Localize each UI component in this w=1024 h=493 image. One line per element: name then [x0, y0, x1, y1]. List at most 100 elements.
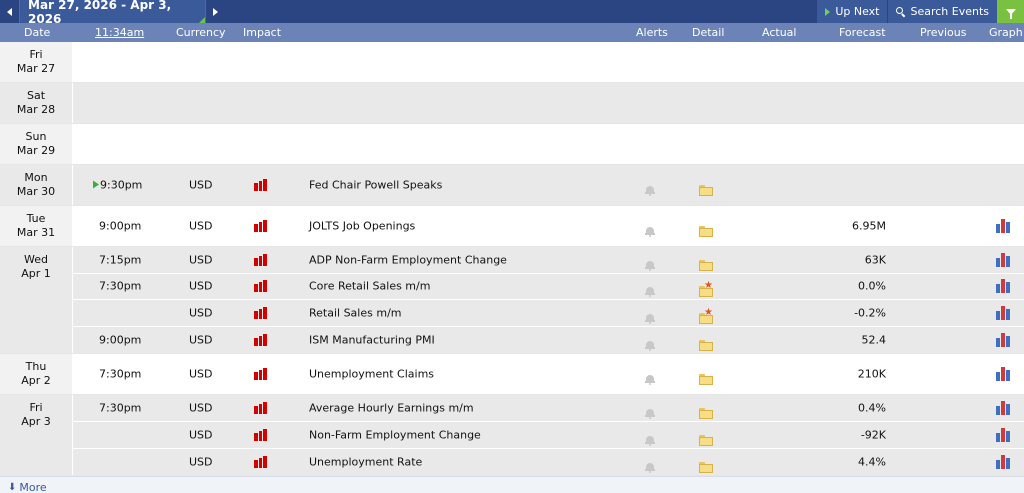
impact-high-icon: [254, 280, 268, 293]
event-row[interactable]: 7:30pm USD Average Hourly Earnings m/m 0.4%: [73, 395, 1024, 422]
event-currency: USD: [189, 253, 213, 267]
day-weekday: Fri: [29, 48, 43, 61]
next-week-button[interactable]: [206, 0, 225, 23]
calendar-toolbar: Mar 27, 2026 - Apr 3, 2026 Up Next Searc…: [0, 0, 1024, 26]
event-row[interactable]: 9:00pm USD ISM Manufacturing PMI 52.4: [73, 327, 1024, 354]
date-range-selector[interactable]: Mar 27, 2026 - Apr 3, 2026: [19, 0, 206, 26]
header-time[interactable]: 11:34am: [95, 26, 144, 39]
event-row[interactable]: USD Non-Farm Employment Change -92K: [73, 422, 1024, 449]
impact-high-icon: [254, 455, 268, 468]
header-alerts: Alerts: [636, 26, 668, 39]
event-currency: USD: [189, 219, 213, 233]
impact-high-icon: [254, 402, 268, 415]
event-time: 9:00pm: [99, 220, 141, 233]
event-row[interactable]: 9:30pm USD Fed Chair Powell Speaks: [73, 165, 1024, 205]
event-time: 7:30pm: [99, 402, 141, 415]
day-row: Thu Apr 2 7:30pm USD Unemployment Claims 210K: [0, 354, 1024, 396]
event-name[interactable]: Unemployment Rate: [309, 455, 422, 468]
graph-icon[interactable]: [996, 305, 1012, 320]
day-label: Tue Mar 31: [0, 206, 73, 246]
event-time-text: 7:15pm: [99, 253, 142, 267]
arrow-right-icon: [213, 7, 218, 16]
day-events: 7:30pm USD Average Hourly Earnings m/m 0.4%…: [73, 395, 1024, 475]
day-weekday: Mon: [24, 171, 48, 184]
impact-high-icon: [254, 179, 268, 191]
event-name[interactable]: Retail Sales m/m: [309, 306, 402, 319]
day-row: Wed Apr 1 7:15pm USD ADP Non-Farm Employment…: [0, 247, 1024, 355]
day-row: Fri Apr 3 7:30pm USD Average Hourly Earnings…: [0, 395, 1024, 477]
graph-icon[interactable]: [996, 427, 1012, 442]
event-name[interactable]: Non-Farm Employment Change: [309, 428, 481, 441]
day-label: Sun Mar 29: [0, 124, 73, 164]
header-previous: Previous: [920, 26, 967, 39]
graph-icon[interactable]: [996, 279, 1012, 294]
event-name[interactable]: ADP Non-Farm Employment Change: [309, 253, 507, 266]
day-label: Mon Mar 30: [0, 165, 73, 205]
day-events: [73, 83, 1024, 123]
event-currency: USD: [189, 178, 213, 192]
date-range-label: Mar 27, 2026 - Apr 3, 2026: [28, 0, 172, 26]
arrow-left-icon: [7, 7, 12, 16]
up-next-label: Up Next: [835, 5, 880, 18]
day-label: Sat Mar 28: [0, 83, 73, 123]
event-name[interactable]: ISM Manufacturing PMI: [309, 334, 435, 347]
event-row[interactable]: 7:30pm USD Unemployment Claims 210K: [73, 354, 1024, 394]
event-row[interactable]: 9:00pm USD JOLTS Job Openings 6.95M: [73, 206, 1024, 246]
day-date: Mar 27: [16, 62, 56, 75]
previous-week-button[interactable]: [0, 0, 19, 23]
day-date: Apr 2: [21, 374, 51, 388]
event-currency: USD: [189, 428, 213, 442]
day-label: Wed Apr 1: [0, 247, 73, 354]
day-weekday: Fri: [29, 401, 43, 415]
graph-icon[interactable]: [996, 401, 1012, 416]
graph-icon[interactable]: [996, 219, 1012, 233]
event-name[interactable]: Unemployment Claims: [309, 368, 434, 381]
event-currency: USD: [189, 455, 213, 469]
day-events: [73, 42, 1024, 82]
event-currency: USD: [189, 279, 213, 293]
event-previous: 0.0%: [858, 279, 886, 293]
play-icon: [825, 7, 831, 16]
event-currency: USD: [189, 306, 213, 320]
event-name[interactable]: Average Hourly Earnings m/m: [309, 402, 474, 415]
event-previous: -92K: [860, 428, 886, 442]
day-date: Mar 28: [16, 103, 56, 116]
graph-icon[interactable]: [996, 454, 1012, 469]
search-events-label: Search Events: [910, 5, 989, 18]
event-time-text: 9:00pm: [99, 219, 142, 233]
event-time: 7:30pm: [99, 280, 141, 293]
event-previous: 6.95M: [852, 219, 886, 233]
event-time-text: 9:00pm: [99, 333, 142, 347]
event-currency: USD: [189, 401, 213, 415]
more-button[interactable]: ⬇ More: [0, 476, 1024, 493]
event-previous: 4.4%: [858, 455, 886, 469]
search-events-button[interactable]: Search Events: [887, 0, 997, 23]
header-date: Date: [24, 26, 51, 39]
event-name[interactable]: JOLTS Job Openings: [309, 220, 415, 233]
impact-high-icon: [254, 306, 268, 319]
event-row[interactable]: 7:15pm USD ADP Non-Farm Employment Change 6…: [73, 247, 1024, 274]
header-graph: Graph: [989, 26, 1023, 39]
header-detail: Detail: [692, 26, 725, 39]
graph-icon[interactable]: [996, 367, 1012, 382]
header-actual: Actual: [762, 26, 797, 39]
event-currency: USD: [189, 333, 213, 347]
event-name[interactable]: Fed Chair Powell Speaks: [309, 179, 442, 192]
up-next-button[interactable]: Up Next: [816, 0, 888, 23]
event-row[interactable]: USD Retail Sales m/m ★ -0.2%: [73, 300, 1024, 327]
event-time-text: 9:30pm: [100, 178, 143, 192]
event-row[interactable]: 7:30pm USD Core Retail Sales m/m ★ 0.0%: [73, 274, 1024, 301]
graph-icon[interactable]: [996, 252, 1012, 267]
event-row[interactable]: USD Unemployment Rate 4.4%: [73, 449, 1024, 476]
filter-icon: [1005, 8, 1016, 19]
header-currency: Currency: [176, 26, 226, 39]
event-name[interactable]: Core Retail Sales m/m: [309, 280, 430, 293]
day-date: Mar 30: [16, 185, 56, 198]
impact-high-icon: [254, 428, 268, 441]
header-impact: Impact: [243, 26, 282, 39]
day-weekday: Sat: [26, 89, 46, 102]
graph-icon[interactable]: [996, 333, 1012, 348]
filter-button[interactable]: [997, 0, 1024, 23]
day-row: Fri Mar 27: [0, 42, 1024, 83]
